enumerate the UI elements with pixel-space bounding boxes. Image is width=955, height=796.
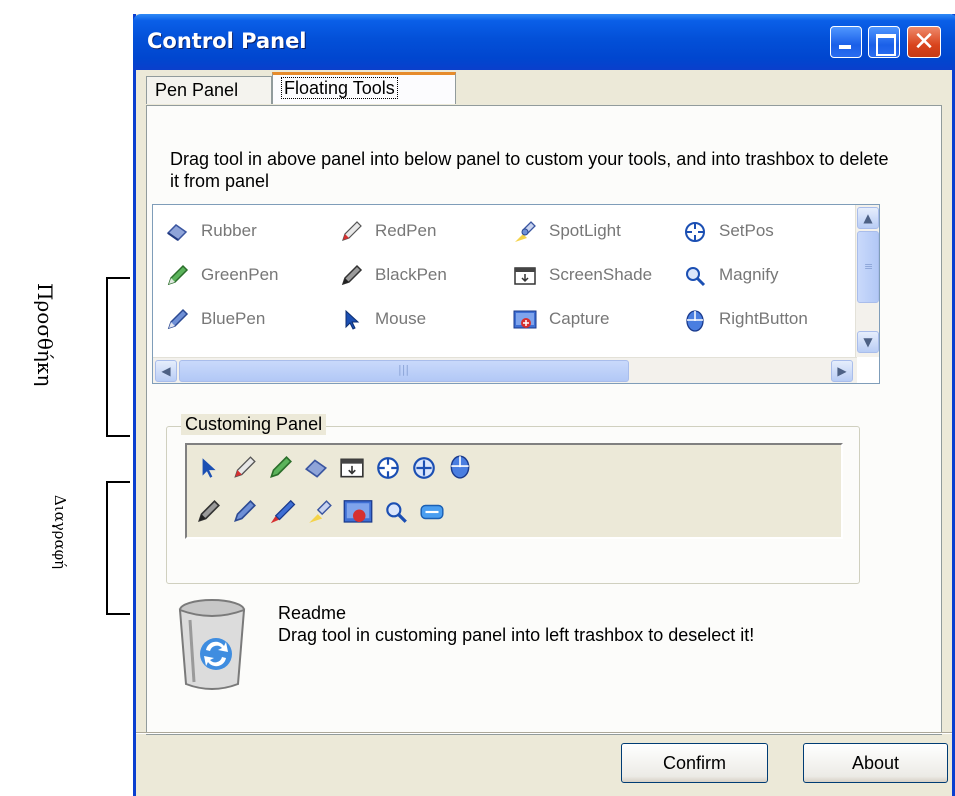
vertical-scroll-thumb[interactable]: ≡ [857, 231, 879, 303]
tool-item-rubber[interactable]: Rubber [165, 217, 257, 245]
vertical-scrollbar[interactable]: ▲ ≡ ▼ [855, 205, 879, 357]
instructions-text: Drag tool in above panel into below pane… [170, 149, 889, 191]
screenshade-icon[interactable] [339, 455, 365, 481]
setpos-icon[interactable] [375, 455, 401, 481]
setpos-icon [685, 221, 705, 242]
keyboard-icon[interactable] [419, 499, 445, 525]
close-icon: ✕ [913, 27, 935, 57]
tool-label: Mouse [375, 309, 427, 328]
tool-label: GreenPen [201, 265, 279, 284]
customing-panel-label: Customing Panel [181, 414, 327, 435]
mouse-cursor-icon [345, 309, 360, 330]
spotlight-icon[interactable] [307, 499, 333, 525]
footer-divider [136, 732, 952, 734]
annotation-bracket-add [106, 277, 130, 437]
tool-label: SetPos [719, 221, 774, 240]
tool-item-blackpen[interactable]: BlackPen [339, 261, 447, 289]
black-pen-icon[interactable] [195, 499, 221, 525]
customing-panel-group: Customing Panel [166, 414, 860, 584]
red-pen-icon[interactable] [231, 455, 257, 481]
readme-section: Readme Drag tool in customing panel into… [278, 602, 838, 646]
readme-body: Drag tool in customing panel into left t… [278, 625, 755, 645]
tool-label: SpotLight [549, 221, 621, 240]
magnify-icon [686, 266, 706, 286]
tool-label: Capture [549, 309, 610, 328]
blue-pen-icon[interactable] [231, 499, 257, 525]
mouse-cursor-icon[interactable] [195, 455, 221, 481]
horizontal-scroll-thumb[interactable]: ||| [179, 360, 629, 382]
tools-listbox[interactable]: Rubber GreenPen BluePen RedPen BlackPen … [152, 204, 880, 384]
close-button[interactable]: ✕ [907, 26, 941, 58]
tool-item-setpos[interactable]: SetPos [683, 217, 774, 245]
screenshade-icon [514, 266, 536, 285]
tool-label: ScreenShade [549, 265, 653, 284]
scroll-up-button[interactable]: ▲ [857, 207, 879, 229]
tool-label: RightButton [719, 309, 808, 328]
blue-pen-icon [167, 308, 189, 329]
red-pen-icon [342, 220, 362, 241]
scroll-left-button[interactable]: ◀ [155, 360, 177, 382]
right-button-icon [686, 309, 704, 332]
tool-item-magnify[interactable]: Magnify [683, 261, 779, 289]
tool-item-redpen[interactable]: RedPen [339, 217, 436, 245]
spotlight-icon [515, 220, 536, 242]
customing-panel-area[interactable] [185, 443, 843, 539]
tool-label: RedPen [375, 221, 437, 240]
black-pen-icon [341, 264, 363, 285]
annotation-add: Προσθήκη [33, 283, 57, 387]
green-pen-icon [167, 264, 189, 285]
setpos-icon[interactable] [411, 455, 437, 481]
tool-label: BluePen [201, 309, 266, 328]
scroll-right-button[interactable]: ▶ [831, 360, 853, 382]
capture-icon[interactable] [343, 497, 373, 527]
annotation-bracket-delete [106, 481, 130, 615]
tab-floating-tools[interactable]: Floating Tools [272, 72, 456, 104]
tool-label: BlackPen [375, 265, 447, 284]
tool-item-rightbutton[interactable]: RightButton [683, 305, 808, 333]
capture-icon [513, 310, 537, 329]
right-button-icon[interactable] [447, 453, 473, 479]
readme-title: Readme [278, 603, 347, 623]
green-pen-icon[interactable] [267, 455, 293, 481]
window-title: Control Panel [147, 29, 307, 53]
tool-item-capture[interactable]: Capture [513, 305, 609, 333]
confirm-button[interactable]: Confirm [621, 743, 768, 783]
tool-item-bluepen[interactable]: BluePen [165, 305, 265, 333]
tool-item-screenshade[interactable]: ScreenShade [513, 261, 652, 289]
control-panel-window: Control Panel ✕ Pen Panel Floating Tools… [133, 14, 955, 796]
tab-pen-panel[interactable]: Pen Panel [146, 76, 272, 104]
tool-item-mouse[interactable]: Mouse [339, 305, 426, 333]
tab-floating-tools-label: Floating Tools [281, 77, 398, 99]
trashbox-icon[interactable] [176, 598, 248, 694]
scroll-down-button[interactable]: ▼ [857, 331, 879, 353]
brush-icon[interactable] [267, 497, 297, 527]
magnify-icon[interactable] [383, 499, 409, 525]
tool-label: Rubber [201, 221, 257, 240]
rubber-icon[interactable] [303, 455, 329, 481]
tool-item-greenpen[interactable]: GreenPen [165, 261, 279, 289]
tool-label: Magnify [719, 265, 779, 284]
maximize-button[interactable] [868, 26, 900, 58]
horizontal-scrollbar[interactable]: ◀ ||| ▶ [153, 357, 857, 383]
annotation-delete: Διαγραφή [51, 494, 69, 570]
title-bar[interactable]: Control Panel ✕ [133, 14, 955, 70]
about-button[interactable]: About [803, 743, 948, 783]
minimize-button[interactable] [830, 26, 862, 58]
rubber-icon [166, 223, 188, 241]
tool-item-spotlight[interactable]: SpotLight [513, 217, 621, 245]
